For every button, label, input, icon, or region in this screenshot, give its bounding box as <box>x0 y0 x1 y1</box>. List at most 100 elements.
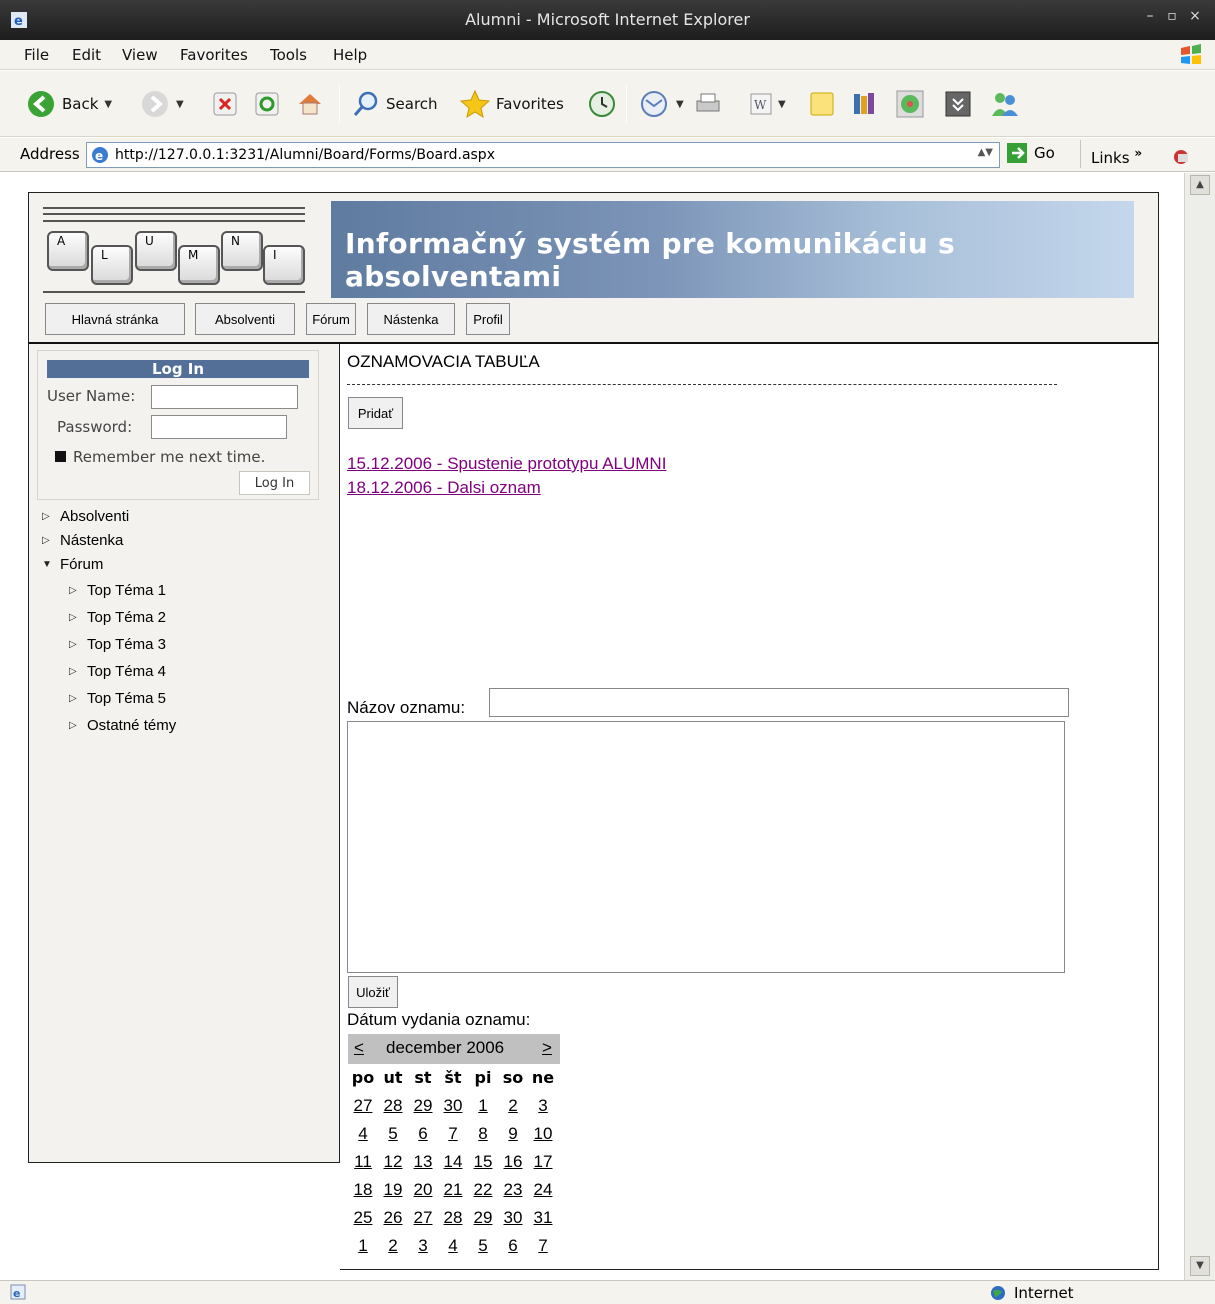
address-input[interactable]: e http://127.0.0.1:3231/Alumni/Board/For… <box>86 142 1000 168</box>
icq-button[interactable] <box>896 89 924 119</box>
calendar-day[interactable]: 31 <box>528 1208 558 1228</box>
scroll-up-button[interactable]: ▲ <box>1190 175 1210 195</box>
mail-button[interactable]: ▼ <box>640 89 684 119</box>
extension-icon[interactable] <box>1172 146 1196 166</box>
menu-tools[interactable]: Tools <box>270 46 307 64</box>
go-button[interactable]: Go <box>1006 142 1055 164</box>
calendar-day[interactable]: 5 <box>378 1124 408 1144</box>
nav-forum-button[interactable]: Fórum <box>306 303 356 335</box>
stop-button[interactable] <box>212 89 238 119</box>
calendar-day[interactable]: 6 <box>408 1124 438 1144</box>
calendar-day[interactable]: 28 <box>378 1096 408 1116</box>
calendar-prev-link[interactable]: < <box>354 1038 364 1058</box>
calendar-day[interactable]: 8 <box>468 1124 498 1144</box>
title-input[interactable] <box>489 688 1069 717</box>
calendar-day[interactable]: 1 <box>348 1236 378 1256</box>
calendar-day[interactable]: 27 <box>408 1208 438 1228</box>
menu-favorites[interactable]: Favorites <box>180 46 248 64</box>
minimize-button[interactable]: – <box>1140 8 1160 24</box>
calendar-day[interactable]: 26 <box>378 1208 408 1228</box>
tree-item-top-tema-4[interactable]: ▷ Top Téma 4 <box>69 663 166 680</box>
tree-item-absolventi[interactable]: ▷ Absolventi <box>42 508 129 525</box>
remember-checkbox[interactable] <box>55 451 66 462</box>
tree-item-top-tema-2[interactable]: ▷ Top Téma 2 <box>69 609 166 626</box>
calendar-day[interactable]: 24 <box>528 1180 558 1200</box>
nav-nastenka-button[interactable]: Nástenka <box>367 303 455 335</box>
calendar-day[interactable]: 29 <box>408 1096 438 1116</box>
calendar-day[interactable]: 19 <box>378 1180 408 1200</box>
calendar-day[interactable]: 18 <box>348 1180 378 1200</box>
maximize-button[interactable]: ▫ <box>1162 8 1182 24</box>
calendar-day[interactable]: 21 <box>438 1180 468 1200</box>
back-button[interactable]: Back ▼ <box>26 89 112 119</box>
calendar-day[interactable]: 10 <box>528 1124 558 1144</box>
menu-view[interactable]: View <box>122 46 158 64</box>
calendar-day[interactable]: 3 <box>528 1096 558 1116</box>
calendar-day[interactable]: 2 <box>378 1236 408 1256</box>
tree-item-ostatne-temy[interactable]: ▷ Ostatné témy <box>69 717 176 734</box>
refresh-button[interactable] <box>254 89 280 119</box>
tree-item-top-tema-3[interactable]: ▷ Top Téma 3 <box>69 636 166 653</box>
menu-edit[interactable]: Edit <box>72 46 101 64</box>
calendar-day[interactable]: 22 <box>468 1180 498 1200</box>
add-button[interactable]: Pridať <box>348 397 403 429</box>
edit-button[interactable]: W ▼ <box>750 89 786 119</box>
calendar-day[interactable]: 27 <box>348 1096 378 1116</box>
research-button[interactable] <box>850 89 878 119</box>
calendar-day[interactable]: 28 <box>438 1208 468 1228</box>
print-button[interactable] <box>694 89 722 119</box>
nav-absolventi-button[interactable]: Absolventi <box>195 303 295 335</box>
calendar-day[interactable]: 14 <box>438 1152 468 1172</box>
history-button[interactable] <box>588 89 616 119</box>
calendar-day[interactable]: 17 <box>528 1152 558 1172</box>
tree-item-top-tema-1[interactable]: ▷ Top Téma 1 <box>69 582 166 599</box>
calendar-day[interactable]: 20 <box>408 1180 438 1200</box>
calendar-day[interactable]: 11 <box>348 1152 378 1172</box>
calendar-day[interactable]: 23 <box>498 1180 528 1200</box>
tree-item-forum[interactable]: ▼ Fórum <box>42 556 103 573</box>
calendar-day[interactable]: 12 <box>378 1152 408 1172</box>
login-button[interactable]: Log In <box>239 471 310 495</box>
search-button[interactable]: Search <box>352 89 438 119</box>
calendar-day[interactable]: 4 <box>438 1236 468 1256</box>
calendar-day[interactable]: 6 <box>498 1236 528 1256</box>
calendar-day[interactable]: 3 <box>408 1236 438 1256</box>
password-input[interactable] <box>151 415 287 439</box>
news-link[interactable]: 15.12.2006 - Spustenie prototypu ALUMNI <box>347 454 666 474</box>
save-button[interactable]: Uložiť <box>348 976 398 1008</box>
calendar-day[interactable]: 16 <box>498 1152 528 1172</box>
close-button[interactable]: × <box>1185 8 1205 24</box>
calendar-day[interactable]: 30 <box>438 1096 468 1116</box>
username-input[interactable] <box>151 385 298 409</box>
menu-help[interactable]: Help <box>333 46 367 64</box>
home-button[interactable] <box>296 89 324 119</box>
downloads-button[interactable] <box>944 89 972 119</box>
menu-file[interactable]: File <box>24 46 49 64</box>
forward-button[interactable]: ▼ <box>140 89 184 119</box>
favorites-button[interactable]: Favorites <box>460 89 564 119</box>
vertical-scrollbar[interactable]: ▲ ▼ <box>1184 173 1215 1280</box>
calendar-day[interactable]: 15 <box>468 1152 498 1172</box>
chevron-down-icon[interactable]: ▲▼ <box>978 147 993 158</box>
discuss-button[interactable] <box>808 89 836 119</box>
calendar-day[interactable]: 7 <box>528 1236 558 1256</box>
nav-profil-button[interactable]: Profil <box>466 303 510 335</box>
calendar-day[interactable]: 2 <box>498 1096 528 1116</box>
calendar-day[interactable]: 5 <box>468 1236 498 1256</box>
body-textarea[interactable] <box>347 721 1065 973</box>
calendar-day[interactable]: 7 <box>438 1124 468 1144</box>
tree-item-nastenka[interactable]: ▷ Nástenka <box>42 532 123 549</box>
scroll-down-button[interactable]: ▼ <box>1190 1256 1210 1276</box>
calendar-day[interactable]: 9 <box>498 1124 528 1144</box>
calendar-day[interactable]: 1 <box>468 1096 498 1116</box>
tree-item-top-tema-5[interactable]: ▷ Top Téma 5 <box>69 690 166 707</box>
messenger-button[interactable] <box>990 89 1020 119</box>
links-button[interactable]: Links » <box>1080 140 1162 168</box>
calendar-day[interactable]: 25 <box>348 1208 378 1228</box>
calendar-day[interactable]: 29 <box>468 1208 498 1228</box>
calendar-day[interactable]: 13 <box>408 1152 438 1172</box>
calendar-day[interactable]: 30 <box>498 1208 528 1228</box>
calendar-next-link[interactable]: > <box>542 1038 552 1058</box>
nav-home-button[interactable]: Hlavná stránka <box>45 303 185 335</box>
news-link[interactable]: 18.12.2006 - Dalsi oznam <box>347 478 541 498</box>
